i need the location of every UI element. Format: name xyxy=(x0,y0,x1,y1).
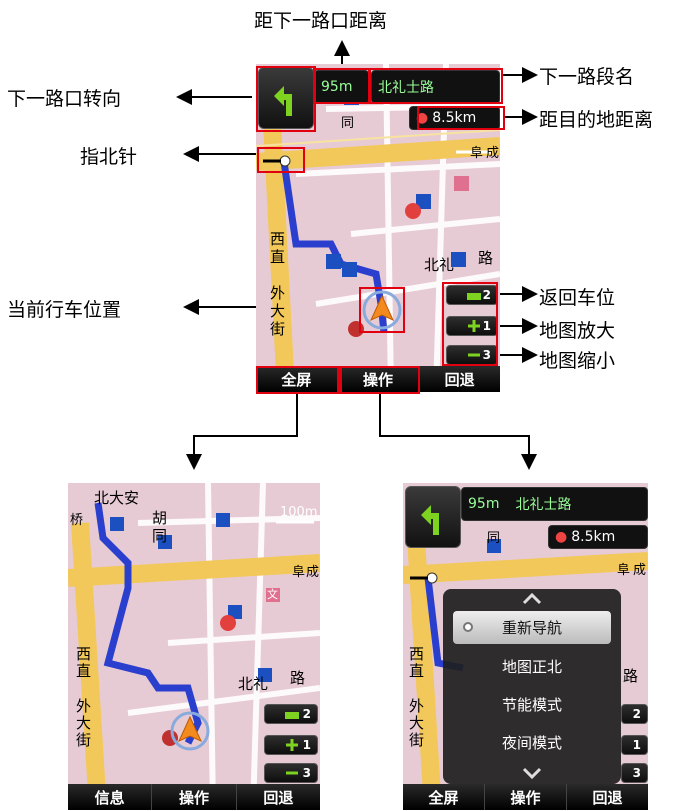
zoom-out-button[interactable]: 3 xyxy=(264,763,318,783)
map-label-jie: 街 xyxy=(409,731,425,749)
distance-value: 95m xyxy=(468,496,500,512)
zoom-out-button[interactable]: 3 xyxy=(621,763,648,783)
destination-display: ● 8.5km xyxy=(548,525,648,549)
map-label-qiao: 桥 xyxy=(70,513,84,528)
destination-value: 8.5km xyxy=(571,529,616,545)
return-to-car-button[interactable]: 2 xyxy=(621,704,648,724)
highlight-turn xyxy=(256,66,316,132)
menu-item-label: 节能模式 xyxy=(501,696,562,714)
nav-info-display: 95m 北礼士路 xyxy=(461,487,648,521)
map-label-cheng: 成 xyxy=(486,146,500,161)
hotkey-3: 3 xyxy=(632,766,641,780)
back-tab[interactable]: 回退 xyxy=(237,784,320,810)
hotkey-2: 2 xyxy=(302,707,311,721)
zoom-in-button[interactable]: 1 xyxy=(621,735,648,755)
map-label-beili: 北礼 xyxy=(424,256,455,274)
chevron-up-icon[interactable] xyxy=(522,593,542,605)
map-label-cheng: 成 xyxy=(306,565,320,580)
map-label-lu: 路 xyxy=(290,669,306,687)
chevron-down-icon[interactable] xyxy=(522,767,542,779)
highlight-zoom xyxy=(442,282,498,366)
map-label-beili: 北礼 xyxy=(238,675,269,693)
turn-left-icon xyxy=(421,505,439,535)
menu-item-label: 地图正北 xyxy=(501,658,562,676)
highlight-dest xyxy=(417,106,505,130)
map-label-zhi: 直 xyxy=(76,662,92,680)
menu-item-label: 夜间模式 xyxy=(501,734,562,752)
car-icon xyxy=(285,712,299,719)
hotkey-2: 2 xyxy=(632,707,641,721)
menu-item-north-up[interactable]: 地图正北 xyxy=(453,650,611,683)
operation-tab[interactable]: 操作 xyxy=(485,784,567,810)
map-label-tong: 同 xyxy=(341,116,355,131)
turn-indicator xyxy=(405,486,461,548)
map-view-fullscreen[interactable] xyxy=(68,483,320,810)
map-label-zhi: 直 xyxy=(270,248,286,266)
highlight-compass xyxy=(257,147,305,173)
minus-icon xyxy=(286,771,298,775)
map-label-zhi: 直 xyxy=(409,662,425,680)
hotkey-1: 1 xyxy=(632,738,641,752)
map-label-beida-an: 北大安 xyxy=(94,489,140,507)
map-label-fu: 阜 xyxy=(617,563,631,578)
back-tab[interactable]: 回退 xyxy=(567,784,648,810)
bottom-toolbar: 全屏 操作 回退 xyxy=(403,784,648,810)
return-to-car-button[interactable]: 2 xyxy=(264,704,318,724)
fullscreen-tab[interactable]: 全屏 xyxy=(403,784,485,810)
operation-menu-screen: 西 直 外 大 街 同 阜 成 路 95m 北礼士路 ● 8.5km 重新导航 … xyxy=(403,483,648,810)
map-label-scale: 100m xyxy=(280,505,318,520)
plus-icon xyxy=(286,739,298,751)
selected-radio-icon xyxy=(463,622,473,632)
map-label-cheng: 成 xyxy=(633,563,647,578)
compass-icon[interactable] xyxy=(406,567,446,589)
highlight-distance xyxy=(313,68,370,104)
map-label-tong: 同 xyxy=(152,527,168,545)
map-label-lu: 路 xyxy=(478,249,494,267)
menu-item-reroute[interactable]: 重新导航 xyxy=(453,611,611,644)
map-label-wen: 文 xyxy=(267,588,278,601)
operation-menu: 重新导航 地图正北 节能模式 夜间模式 xyxy=(443,589,621,784)
info-tab[interactable]: 信息 xyxy=(68,784,153,810)
map-label-fu: 阜 xyxy=(292,565,306,580)
highlight-tab-fullscreen xyxy=(256,366,340,394)
map-label-jie: 街 xyxy=(270,320,286,338)
map-label-jie: 街 xyxy=(76,731,92,749)
menu-item-power-save[interactable]: 节能模式 xyxy=(453,688,611,721)
road-name-value: 北礼士路 xyxy=(515,497,572,513)
map-label-tong: 同 xyxy=(487,531,501,546)
back-tab[interactable]: 回退 xyxy=(419,366,500,392)
highlight-road xyxy=(369,68,503,104)
map-label-lu: 路 xyxy=(623,667,639,685)
car-position-icon xyxy=(170,711,210,751)
bottom-toolbar: 信息 操作 回退 xyxy=(68,784,320,810)
pin-icon: ● xyxy=(555,529,568,545)
map-label-fu: 阜 xyxy=(470,146,484,161)
highlight-tab-operation xyxy=(340,366,420,394)
menu-item-night-mode[interactable]: 夜间模式 xyxy=(453,726,611,759)
fullscreen-map-screen: 北大安 胡 同 桥 100m 阜 成 西 直 外 大 街 北礼 路 文 2 1 … xyxy=(68,483,320,810)
hotkey-1: 1 xyxy=(302,738,311,752)
operation-tab[interactable]: 操作 xyxy=(152,784,237,810)
hotkey-3: 3 xyxy=(302,766,311,780)
zoom-in-button[interactable]: 1 xyxy=(264,735,318,755)
highlight-position xyxy=(359,287,405,333)
menu-item-label: 重新导航 xyxy=(501,619,562,637)
